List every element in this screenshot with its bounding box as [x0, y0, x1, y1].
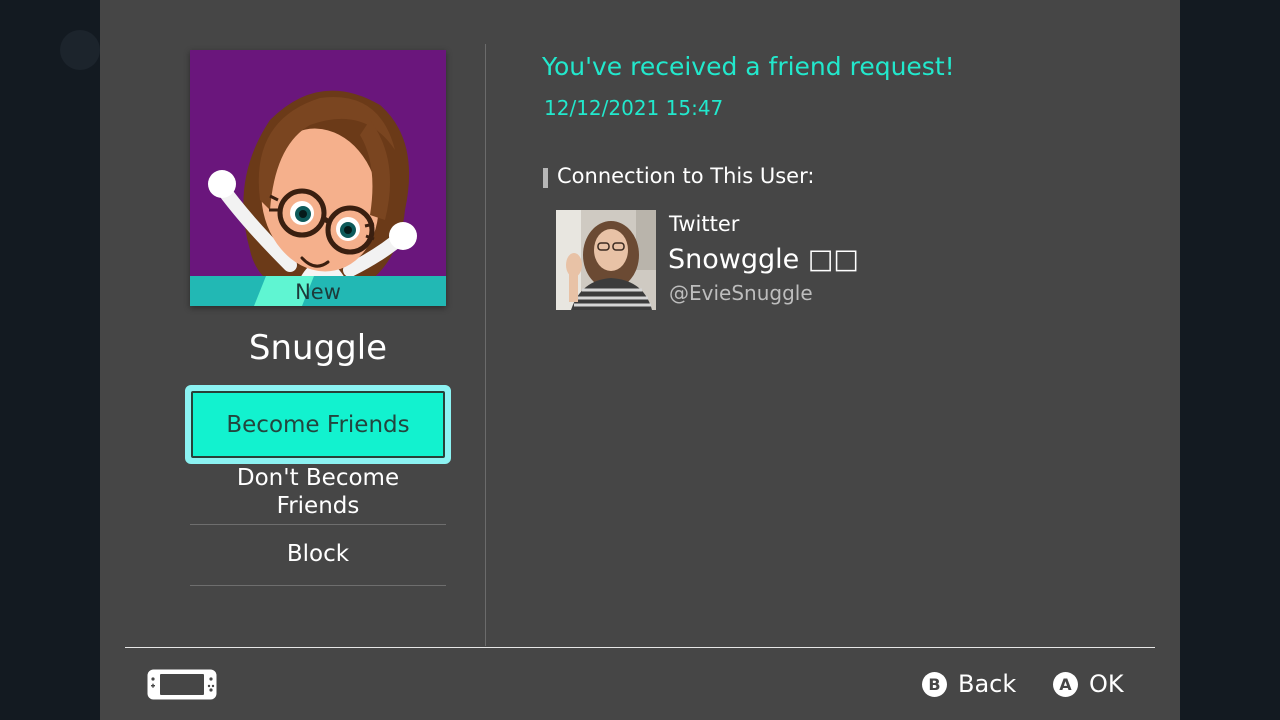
- become-friends-label: Become Friends: [191, 391, 445, 458]
- twitter-profile-photo: [556, 210, 656, 310]
- dont-become-friends-button[interactable]: Don't Become Friends: [190, 464, 446, 520]
- background-blur-shape: [60, 30, 100, 70]
- footer-divider: [125, 647, 1155, 648]
- b-button-icon: B: [922, 671, 947, 697]
- connection-display-name: Snowggle □□: [668, 244, 859, 275]
- column-divider: [485, 44, 486, 646]
- dont-become-friends-label-line2: Friends: [276, 493, 360, 519]
- dont-become-friends-label-line1: Don't Become: [236, 465, 400, 491]
- connection-heading: Connection to This User:: [557, 164, 815, 188]
- ok-label: OK: [1089, 670, 1124, 698]
- new-badge: New: [190, 276, 446, 306]
- handheld-mode-icon: [147, 669, 217, 700]
- request-datetime: 12/12/2021 15:47: [544, 96, 724, 120]
- connection-handle: @EvieSnuggle: [669, 281, 813, 305]
- user-name: Snuggle: [248, 328, 388, 368]
- section-marker: [543, 168, 548, 188]
- block-button[interactable]: Block: [190, 538, 446, 570]
- new-badge-label: New: [295, 280, 341, 304]
- back-button[interactable]: B Back: [922, 668, 1016, 700]
- become-friends-button[interactable]: Become Friends: [185, 385, 451, 464]
- a-button-icon: A: [1053, 671, 1078, 697]
- menu-divider: [190, 524, 446, 525]
- mii-avatar-image: [208, 90, 417, 306]
- user-avatar: New: [190, 50, 446, 306]
- menu-divider: [190, 585, 446, 586]
- block-label: Block: [286, 541, 350, 567]
- request-title: You've received a friend request!: [542, 52, 955, 81]
- back-label: Back: [958, 670, 1017, 698]
- friend-request-panel: New Snuggle Become Friends Don't Become …: [100, 0, 1180, 720]
- connection-service: Twitter: [669, 212, 740, 236]
- ok-button[interactable]: A OK: [1053, 668, 1124, 700]
